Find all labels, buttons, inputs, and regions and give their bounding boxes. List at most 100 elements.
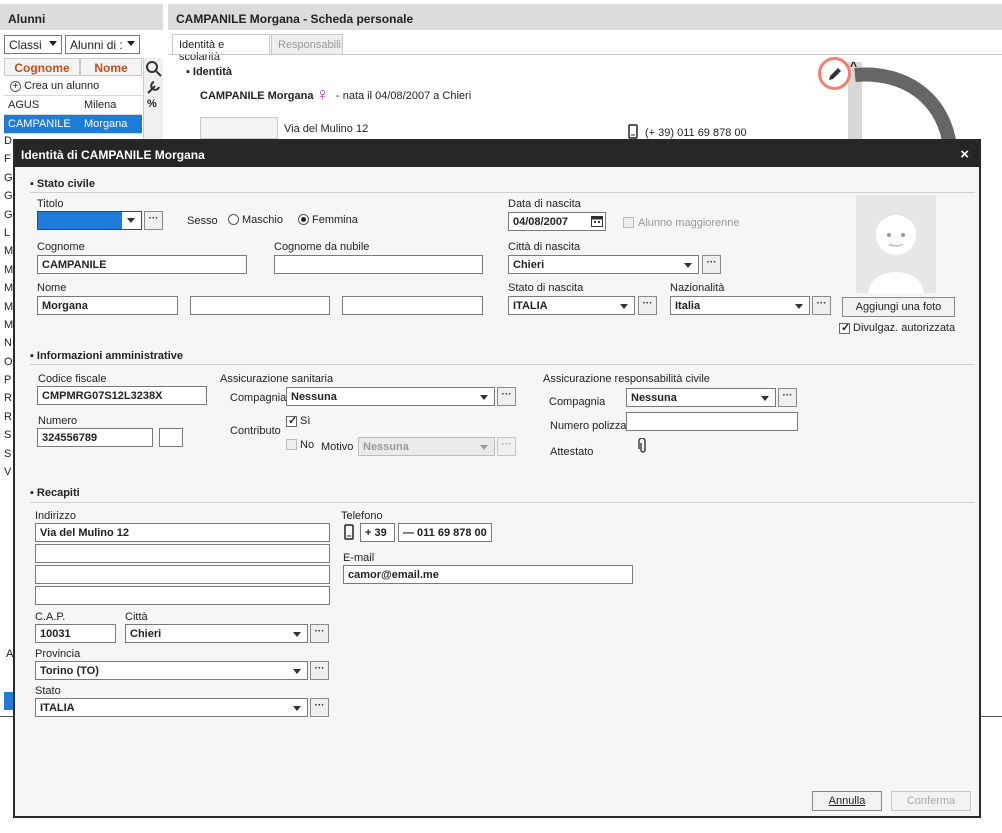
citta-nascita-value: Chieri xyxy=(513,259,545,271)
stato-nascita-more-button[interactable]: ··· xyxy=(638,296,657,315)
nubile-label: Cognome da nubile xyxy=(274,241,370,253)
percent-icon[interactable]: % xyxy=(147,98,157,110)
chevron-down-icon xyxy=(293,669,301,674)
codice-fiscale-field[interactable]: CMPMRG07S12L3238X xyxy=(37,386,207,405)
cap-field[interactable]: 10031 xyxy=(35,624,116,643)
motivo-label: Motivo xyxy=(321,441,354,453)
list-item-cognome-selected[interactable]: CAMPANILE xyxy=(4,115,80,134)
conferma-button[interactable]: Conferma xyxy=(891,791,971,811)
motivo-value: Nessuna xyxy=(363,441,409,453)
rc-compagnia-more-button[interactable]: ··· xyxy=(778,388,797,407)
nubile-field[interactable] xyxy=(274,255,483,274)
divulgazione-checkbox[interactable] xyxy=(839,321,850,334)
contributo-label: Contributo xyxy=(230,425,281,437)
column-header-cognome[interactable]: Cognome xyxy=(4,58,80,76)
create-student-label: Crea un alunno xyxy=(24,80,100,92)
compagnia-more-button[interactable]: ··· xyxy=(497,387,516,406)
identity-section-title: Identità xyxy=(186,66,232,78)
indirizzo-line-4[interactable] xyxy=(35,586,330,605)
citta-nascita-more-button[interactable]: ··· xyxy=(702,255,721,274)
list-item-nome[interactable]: Milena xyxy=(80,96,142,115)
titolo-more-button[interactable]: ··· xyxy=(144,211,163,230)
contributo-no-label: No xyxy=(300,439,315,451)
chevron-down-icon xyxy=(49,41,57,46)
student-address: Via del Mulino 12 xyxy=(284,123,369,135)
provincia-dropdown[interactable]: Torino (TO) xyxy=(35,661,308,680)
stato-nascita-dropdown[interactable]: ITALIA xyxy=(508,296,635,315)
indirizzo-line-2[interactable] xyxy=(35,544,330,563)
wrench-icon[interactable] xyxy=(145,78,163,96)
polizza-label: Numero polizza xyxy=(550,420,627,432)
calendar-icon[interactable] xyxy=(591,215,603,227)
provincia-more-button[interactable]: ··· xyxy=(310,661,329,680)
maschio-radio[interactable] xyxy=(228,214,239,225)
numero-extra-field[interactable] xyxy=(159,428,183,447)
motivo-more-button[interactable]: ··· xyxy=(497,437,516,456)
rc-compagnia-value: Nessuna xyxy=(631,392,677,404)
chevron-down-icon xyxy=(795,304,803,309)
alunni-selector[interactable]: Alunni di : xyxy=(65,35,140,54)
maggiorenne-label: Alunno maggiorenne xyxy=(638,217,740,229)
dialog-title: Identità di CAMPANILE Morgana xyxy=(21,148,205,162)
list-item-cognome[interactable]: AGUS xyxy=(4,96,80,115)
telefono-number-field[interactable]: — 011 69 878 00 xyxy=(398,523,492,542)
indirizzo-line-1[interactable]: Via del Mulino 12 xyxy=(35,523,330,542)
side-toolbar: % xyxy=(143,58,163,148)
nome-2-field[interactable] xyxy=(190,296,330,315)
citta-dropdown[interactable]: Chieri xyxy=(125,624,308,643)
create-student-row[interactable]: + Crea un alunno xyxy=(4,77,143,96)
citta-nascita-dropdown[interactable]: Chieri xyxy=(508,255,699,274)
edit-button[interactable] xyxy=(818,57,851,90)
tab-responsabili[interactable]: Responsabili xyxy=(271,34,343,54)
nazionalita-dropdown[interactable]: Italia xyxy=(670,296,810,315)
chevron-down-icon xyxy=(684,263,692,268)
contributo-si-label: Sì xyxy=(300,415,311,427)
divulgazione-label: Divulgaz. autorizzata xyxy=(853,322,956,334)
section-divider xyxy=(30,502,975,503)
polizza-field[interactable] xyxy=(626,412,798,431)
email-field[interactable]: camor@email.me xyxy=(343,565,633,584)
compagnia-value: Nessuna xyxy=(291,391,337,403)
femmina-radio[interactable] xyxy=(298,214,309,225)
cognome-field[interactable]: CAMPANILE xyxy=(37,255,247,274)
nazionalita-more-button[interactable]: ··· xyxy=(812,296,831,315)
mobile-phone-icon xyxy=(628,124,638,139)
maggiorenne-checkbox[interactable] xyxy=(623,217,634,228)
assicurazione-rc-label: Assicurazione responsabilità civile xyxy=(543,373,710,385)
citta-nascita-label: Città di nascita xyxy=(508,241,581,253)
telefono-prefix-field[interactable]: + 39 xyxy=(360,523,395,542)
nome-field[interactable]: Morgana xyxy=(37,296,178,315)
nome-3-field[interactable] xyxy=(342,296,483,315)
compagnia-dropdown[interactable]: Nessuna xyxy=(286,387,495,406)
list-item-nome-selected[interactable]: Morgana xyxy=(80,115,142,134)
numero-field[interactable]: 324556789 xyxy=(37,428,153,447)
rc-compagnia-dropdown[interactable]: Nessuna xyxy=(626,388,776,407)
photo-frame xyxy=(200,117,278,139)
titolo-dropdown-button[interactable] xyxy=(122,212,141,229)
motivo-dropdown[interactable]: Nessuna xyxy=(358,437,495,456)
magnifier-icon[interactable] xyxy=(145,60,163,78)
column-header-nome[interactable]: Nome xyxy=(80,58,142,76)
close-icon[interactable]: × xyxy=(960,146,969,163)
tab-identita[interactable]: Identità e scolarità xyxy=(172,34,270,63)
paperclip-icon[interactable] xyxy=(638,438,648,454)
classi-selector[interactable]: Classi xyxy=(4,35,62,54)
section-divider xyxy=(30,192,975,193)
add-photo-button[interactable]: Aggiungi una foto xyxy=(842,297,955,317)
indirizzo-line-3[interactable] xyxy=(35,565,330,584)
chevron-down-icon xyxy=(761,396,769,401)
stato-value: ITALIA xyxy=(40,702,75,714)
alunni-label: Alunni di : xyxy=(70,38,123,52)
stato-more-button[interactable]: ··· xyxy=(310,698,329,717)
annulla-button[interactable]: Annulla xyxy=(812,791,882,811)
citta-more-button[interactable]: ··· xyxy=(310,624,329,643)
birth-info: - nata il 04/08/2007 a Chieri xyxy=(336,90,472,102)
stato-dropdown[interactable]: ITALIA xyxy=(35,698,308,717)
stato-nascita-label: Stato di nascita xyxy=(508,282,584,294)
cap-label: C.A.P. xyxy=(35,611,66,623)
section-info-amministrative: Informazioni amministrative xyxy=(30,350,183,362)
contributo-si-checkbox[interactable] xyxy=(286,414,297,427)
attestato-label: Attestato xyxy=(550,446,594,458)
codice-fiscale-label: Codice fiscale xyxy=(38,373,107,385)
contributo-no-checkbox[interactable] xyxy=(286,439,297,450)
